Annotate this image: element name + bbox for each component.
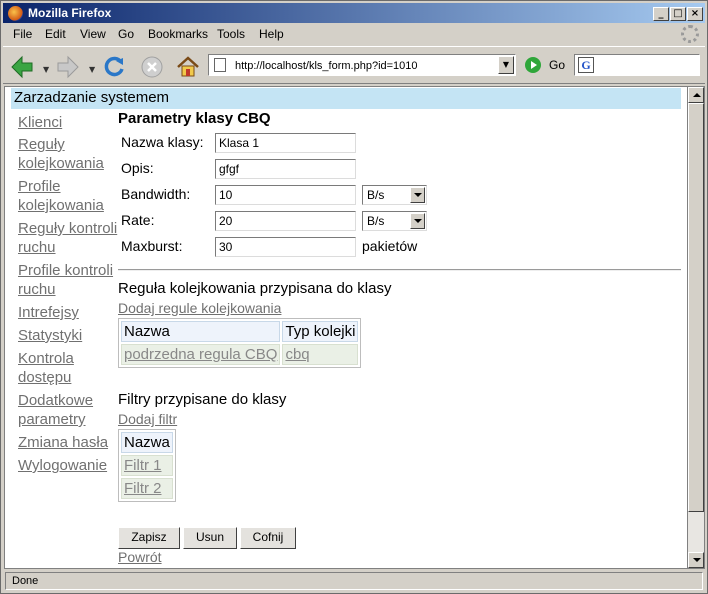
close-button[interactable]: × — [687, 7, 703, 21]
class-name-label: Nazwa klasy: — [121, 134, 204, 150]
menu-go[interactable]: Go — [118, 27, 134, 41]
google-search-icon[interactable]: G — [578, 57, 594, 73]
rate-unit-select[interactable]: B/s — [362, 211, 427, 231]
filter-link-2[interactable]: Filtr 2 — [124, 480, 162, 497]
rate-unit-value: B/s — [367, 214, 385, 228]
back-icon[interactable] — [9, 54, 35, 80]
scroll-down-icon[interactable] — [688, 552, 704, 568]
sidebar-item-profile-kolejkowania[interactable]: Profile kolejkowania — [18, 177, 118, 215]
go-icon — [525, 57, 541, 73]
table-header-row: Nazwa Typ kolejki — [121, 321, 359, 342]
status-text: Done — [5, 572, 703, 590]
add-filter-link[interactable]: Dodaj filtr — [118, 411, 177, 427]
menu-bookmarks[interactable]: Bookmarks — [148, 27, 208, 41]
home-icon[interactable] — [175, 54, 201, 80]
go-label: Go — [549, 58, 566, 72]
chevron-down-icon[interactable] — [410, 187, 425, 203]
minimize-button[interactable]: _ — [653, 7, 669, 21]
rule-table: Nazwa Typ kolejki podrzedna regula CBQ c… — [118, 318, 362, 368]
bandwidth-label: Bandwidth: — [121, 186, 191, 202]
scroll-up-icon[interactable] — [688, 87, 704, 103]
sidebar-item-kontrola-dostepu[interactable]: Kontrola dostępu — [18, 349, 118, 387]
content-viewport: Zarzadzanie systemem Klienci Reguły kole… — [4, 86, 688, 569]
navigation-toolbar: ▼ ▼ ▼ Go G — [3, 46, 705, 84]
table-row: podrzedna regula CBQ cbq — [121, 344, 359, 365]
url-history-dropdown[interactable]: ▼ — [498, 56, 514, 74]
column-header-typ-kolejki: Typ kolejki — [282, 321, 359, 342]
back-dropdown-icon[interactable]: ▼ — [43, 65, 49, 74]
table-row: Filtr 1 — [121, 455, 173, 476]
filter-section-title: Filtry przypisane do klasy — [118, 391, 287, 408]
status-bar: Done — [3, 570, 705, 592]
sidebar-item-klienci[interactable]: Klienci — [18, 113, 118, 132]
sidebar-item-reguly-kontroli-ruchu[interactable]: Reguły kontroli ruchu — [18, 219, 118, 257]
menu-help[interactable]: Help — [259, 27, 284, 41]
maximize-button[interactable]: □ — [670, 7, 686, 21]
address-bar[interactable]: ▼ — [208, 54, 516, 76]
sidebar-item-zmiana-hasla[interactable]: Zmiana hasła — [18, 433, 118, 452]
search-box[interactable]: G — [574, 54, 700, 76]
window-title: Mozilla Firefox — [28, 6, 112, 20]
sidebar-item-profile-kontroli-ruchu[interactable]: Profile kontroli ruchu — [18, 261, 118, 299]
sidebar-item-intrefejsy[interactable]: Intrefejsy — [18, 303, 118, 322]
filter-table: Nazwa Filtr 1 Filtr 2 — [118, 429, 176, 502]
vertical-scrollbar[interactable] — [688, 86, 705, 569]
throbber-icon — [681, 25, 699, 43]
forward-dropdown-icon[interactable]: ▼ — [89, 65, 95, 74]
bandwidth-unit-value: B/s — [367, 188, 385, 202]
forward-icon[interactable] — [55, 54, 81, 80]
rule-type-link[interactable]: cbq — [285, 346, 309, 363]
maxburst-input[interactable] — [215, 237, 356, 257]
browser-window: Mozilla Firefox _ □ × File Edit View Go … — [0, 0, 708, 594]
maxburst-label: Maxburst: — [121, 238, 183, 254]
system-header: Zarzadzanie systemem — [11, 88, 681, 109]
title-bar: Mozilla Firefox _ □ × — [3, 3, 705, 23]
save-button[interactable]: Zapisz — [118, 527, 180, 549]
menu-view[interactable]: View — [80, 27, 106, 41]
menu-edit[interactable]: Edit — [45, 27, 66, 41]
rate-input[interactable] — [215, 211, 356, 231]
sidebar-item-statystyki[interactable]: Statystyki — [18, 326, 118, 345]
stop-icon[interactable] — [139, 54, 165, 80]
add-rule-link[interactable]: Dodaj regule kolejkowania — [118, 300, 281, 316]
column-header-nazwa: Nazwa — [121, 321, 281, 342]
rate-label: Rate: — [121, 212, 155, 228]
sidebar-nav: Klienci Reguły kolejkowania Profile kole… — [18, 113, 118, 475]
table-row: Filtr 2 — [121, 478, 173, 499]
sidebar-item-dodatkowe-parametry[interactable]: Dodatkowe parametry — [18, 391, 118, 429]
delete-button[interactable]: Usun — [183, 527, 237, 549]
maxburst-unit-label: pakietów — [362, 238, 418, 254]
menu-tools[interactable]: Tools — [217, 27, 245, 41]
description-label: Opis: — [121, 160, 154, 176]
sidebar-item-wylogowanie[interactable]: Wylogowanie — [18, 456, 118, 475]
description-input[interactable] — [215, 159, 356, 179]
bandwidth-unit-select[interactable]: B/s — [362, 185, 427, 205]
page-icon — [214, 58, 226, 72]
table-header-row: Nazwa — [121, 432, 173, 453]
sidebar-item-reguly-kolejkowania[interactable]: Reguły kolejkowania — [18, 135, 118, 173]
menu-bar: File Edit View Go Bookmarks Tools Help — [3, 24, 705, 44]
divider — [118, 269, 681, 271]
rule-name-link[interactable]: podrzedna regula CBQ — [124, 346, 277, 363]
bandwidth-input[interactable] — [215, 185, 356, 205]
firefox-logo-icon — [8, 6, 23, 21]
menu-file[interactable]: File — [13, 27, 32, 41]
column-header-nazwa: Nazwa — [121, 432, 173, 453]
class-name-input[interactable] — [215, 133, 356, 153]
filter-link-1[interactable]: Filtr 1 — [124, 457, 162, 474]
back-link[interactable]: Powrót — [118, 549, 162, 565]
reload-icon[interactable] — [101, 54, 127, 80]
rule-section-title: Reguła kolejkowania przypisana do klasy — [118, 280, 392, 297]
form-title: Parametry klasy CBQ — [118, 110, 271, 127]
undo-button[interactable]: Cofnij — [240, 527, 296, 549]
chevron-down-icon[interactable] — [410, 213, 425, 229]
url-input[interactable] — [235, 58, 495, 73]
page: Zarzadzanie systemem Klienci Reguły kole… — [5, 87, 687, 568]
scrollbar-thumb[interactable] — [688, 103, 704, 512]
